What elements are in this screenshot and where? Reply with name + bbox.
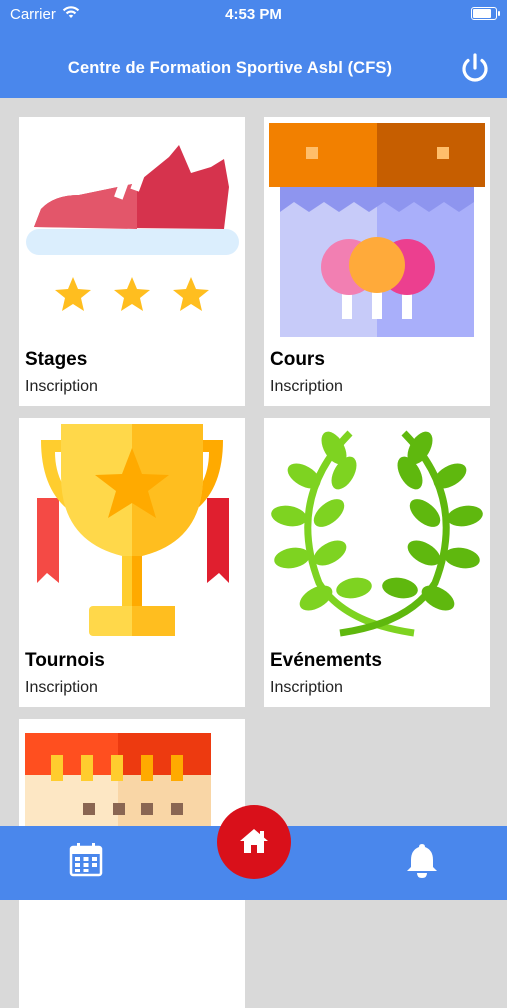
page-title: Centre de Formation Sportive Asbl (CFS): [67, 59, 393, 77]
home-button[interactable]: [217, 805, 291, 879]
home-icon: [240, 829, 268, 853]
card-stages[interactable]: Stages Inscription: [19, 117, 245, 406]
trophy-icon: [37, 424, 229, 636]
card-title: Tournois: [25, 650, 105, 671]
card-subtitle: Inscription: [25, 679, 98, 696]
app-header: Carrier 4:53 PM Centre de Formation Spor…: [0, 0, 507, 98]
sneaker-stars-icon: [26, 145, 239, 311]
status-bar: Carrier 4:53 PM: [0, 0, 507, 30]
calendar-icon[interactable]: [66, 840, 106, 880]
card-subtitle: Inscription: [270, 378, 343, 395]
card-cours[interactable]: Cours Inscription: [264, 117, 490, 406]
battery-icon: [471, 7, 500, 20]
card-evenements[interactable]: Evénements Inscription: [264, 418, 490, 707]
card-title: Evénements: [270, 650, 382, 671]
status-time: 4:53 PM: [225, 6, 282, 23]
card-title: Cours: [270, 349, 325, 370]
card-subtitle: Inscription: [25, 378, 98, 395]
card-title: Stages: [25, 349, 88, 370]
ping-pong-store-icon: [269, 123, 485, 337]
laurel-wreath-icon: [271, 430, 483, 637]
power-icon[interactable]: [459, 52, 491, 84]
card-subtitle: Inscription: [270, 679, 343, 696]
card-tournois[interactable]: Tournois Inscription: [19, 418, 245, 707]
bell-icon[interactable]: [402, 840, 442, 880]
